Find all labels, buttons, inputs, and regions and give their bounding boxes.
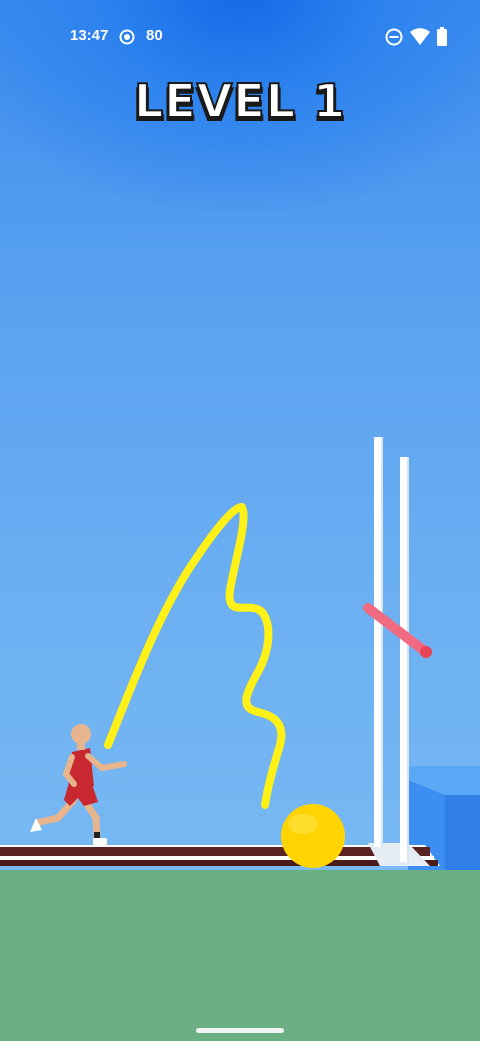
game-scene[interactable] [0,0,480,1041]
do-not-disturb-icon [385,28,403,46]
screen-record-icon [119,29,135,45]
yellow-ball [281,804,345,868]
wifi-icon [410,28,430,45]
battery-icon [437,27,447,46]
status-bar: 13:47 80 [0,0,480,74]
status-indicator-value: 80 [146,27,163,44]
status-time: 13:47 [70,27,109,44]
home-indicator[interactable] [196,1028,284,1033]
drawn-yellow-line [104,503,286,809]
level-title: LEVEL 1 [133,73,347,129]
